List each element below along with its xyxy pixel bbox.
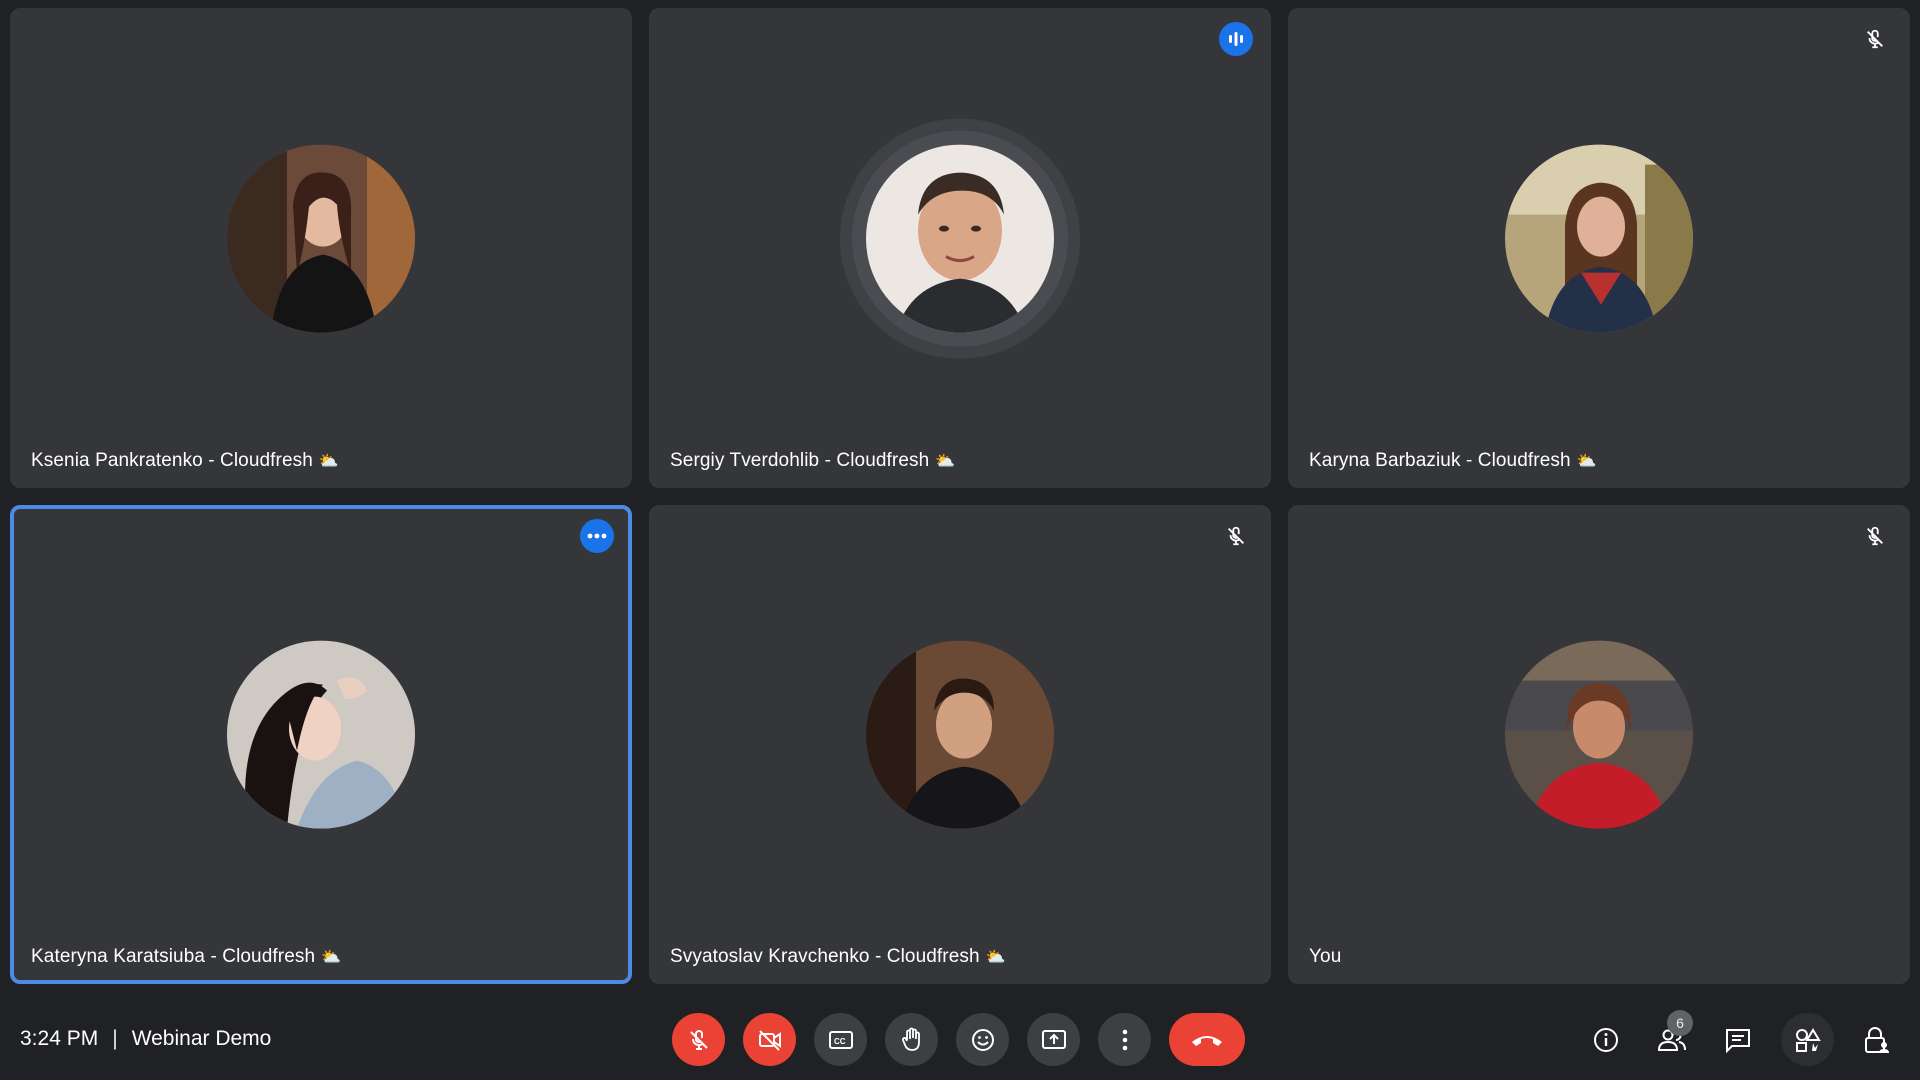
participant-tile[interactable]: Sergiy Tverdohlib - Cloudfresh ⛅ bbox=[649, 8, 1271, 488]
cloud-emoji: ⛅ bbox=[321, 949, 342, 966]
captions-icon: CC bbox=[828, 1030, 853, 1049]
cloud-emoji: ⛅ bbox=[318, 452, 339, 470]
captions-button[interactable]: CC bbox=[814, 1013, 867, 1066]
lock-person-icon bbox=[1865, 1026, 1889, 1053]
cloud-emoji: ⛅ bbox=[1576, 452, 1597, 470]
cloud-emoji: ⛅ bbox=[935, 452, 956, 470]
avatar bbox=[227, 640, 415, 829]
self-tile[interactable]: You bbox=[1288, 504, 1910, 984]
separator: | bbox=[112, 1027, 118, 1050]
hand-icon bbox=[901, 1027, 920, 1051]
participant-name: Sergiy Tverdohlib - Cloudfresh ⛅ bbox=[670, 449, 956, 471]
mic-toggle-button[interactable] bbox=[672, 1013, 725, 1066]
participant-name: Ksenia Pankratenko - Cloudfresh ⛅ bbox=[31, 449, 339, 471]
mic-off-icon bbox=[1858, 22, 1892, 56]
more-options-icon[interactable] bbox=[580, 518, 614, 553]
present-screen-button[interactable] bbox=[1027, 1013, 1080, 1066]
avatar bbox=[227, 144, 415, 333]
activities-button[interactable] bbox=[1781, 1013, 1834, 1066]
reactions-button[interactable] bbox=[956, 1013, 1009, 1066]
mic-off-icon bbox=[1858, 519, 1892, 553]
meeting-title[interactable]: Webinar Demo bbox=[132, 1027, 272, 1051]
info-icon bbox=[1594, 1027, 1618, 1052]
raise-hand-button[interactable] bbox=[885, 1013, 938, 1066]
camera-toggle-button[interactable] bbox=[743, 1013, 796, 1066]
avatar bbox=[1505, 640, 1693, 829]
bottom-toolbar: 3:24 PM | Webinar Demo CC 6 bbox=[0, 995, 1920, 1080]
avatar bbox=[866, 640, 1054, 829]
meeting-details-button[interactable] bbox=[1583, 1013, 1629, 1066]
hang-up-icon bbox=[1192, 1035, 1222, 1046]
present-icon bbox=[1041, 1029, 1066, 1049]
participant-name: Karyna Barbaziuk - Cloudfresh ⛅ bbox=[1309, 449, 1597, 471]
svg-text:CC: CC bbox=[834, 1037, 846, 1046]
avatar bbox=[1505, 144, 1693, 333]
participant-tile[interactable]: Karyna Barbaziuk - Cloudfresh ⛅ bbox=[1288, 8, 1910, 488]
chat-button[interactable] bbox=[1715, 1013, 1761, 1066]
participant-name: Svyatoslav Kravchenko - Cloudfresh ⛅ bbox=[670, 946, 1006, 967]
meeting-info: 3:24 PM | Webinar Demo bbox=[20, 1027, 271, 1051]
participant-tile[interactable]: Ksenia Pankratenko - Cloudfresh ⛅ bbox=[10, 8, 632, 488]
camera-off-icon bbox=[758, 1029, 781, 1051]
participant-name: You bbox=[1309, 946, 1342, 967]
emoji-icon bbox=[971, 1028, 994, 1051]
meeting-time: 3:24 PM bbox=[20, 1027, 99, 1050]
host-controls-button[interactable] bbox=[1854, 1013, 1900, 1066]
call-controls: CC bbox=[672, 1013, 1245, 1066]
side-panel-controls: 6 bbox=[1583, 1010, 1900, 1066]
participant-name: Kateryna Karatsiuba - Cloudfresh ⛅ bbox=[31, 946, 342, 967]
more-options-button[interactable] bbox=[1098, 1013, 1151, 1066]
mic-off-icon bbox=[689, 1029, 708, 1050]
people-count-badge: 6 bbox=[1667, 1010, 1693, 1036]
more-vert-icon bbox=[1122, 1029, 1127, 1050]
participant-tile[interactable]: Svyatoslav Kravchenko - Cloudfresh ⛅ bbox=[649, 504, 1271, 984]
avatar bbox=[866, 144, 1054, 333]
leave-call-button[interactable] bbox=[1169, 1013, 1245, 1066]
chat-icon bbox=[1726, 1028, 1750, 1053]
activities-icon bbox=[1795, 1027, 1821, 1052]
cloud-emoji: ⛅ bbox=[985, 949, 1006, 966]
participant-tile-focused[interactable]: Kateryna Karatsiuba - Cloudfresh ⛅ bbox=[10, 504, 632, 984]
people-button[interactable]: 6 bbox=[1649, 1010, 1695, 1066]
speaking-icon bbox=[1219, 22, 1253, 56]
participant-grid: Ksenia Pankratenko - Cloudfresh ⛅ Sergiy… bbox=[10, 8, 1910, 984]
mic-off-icon bbox=[1219, 519, 1253, 553]
